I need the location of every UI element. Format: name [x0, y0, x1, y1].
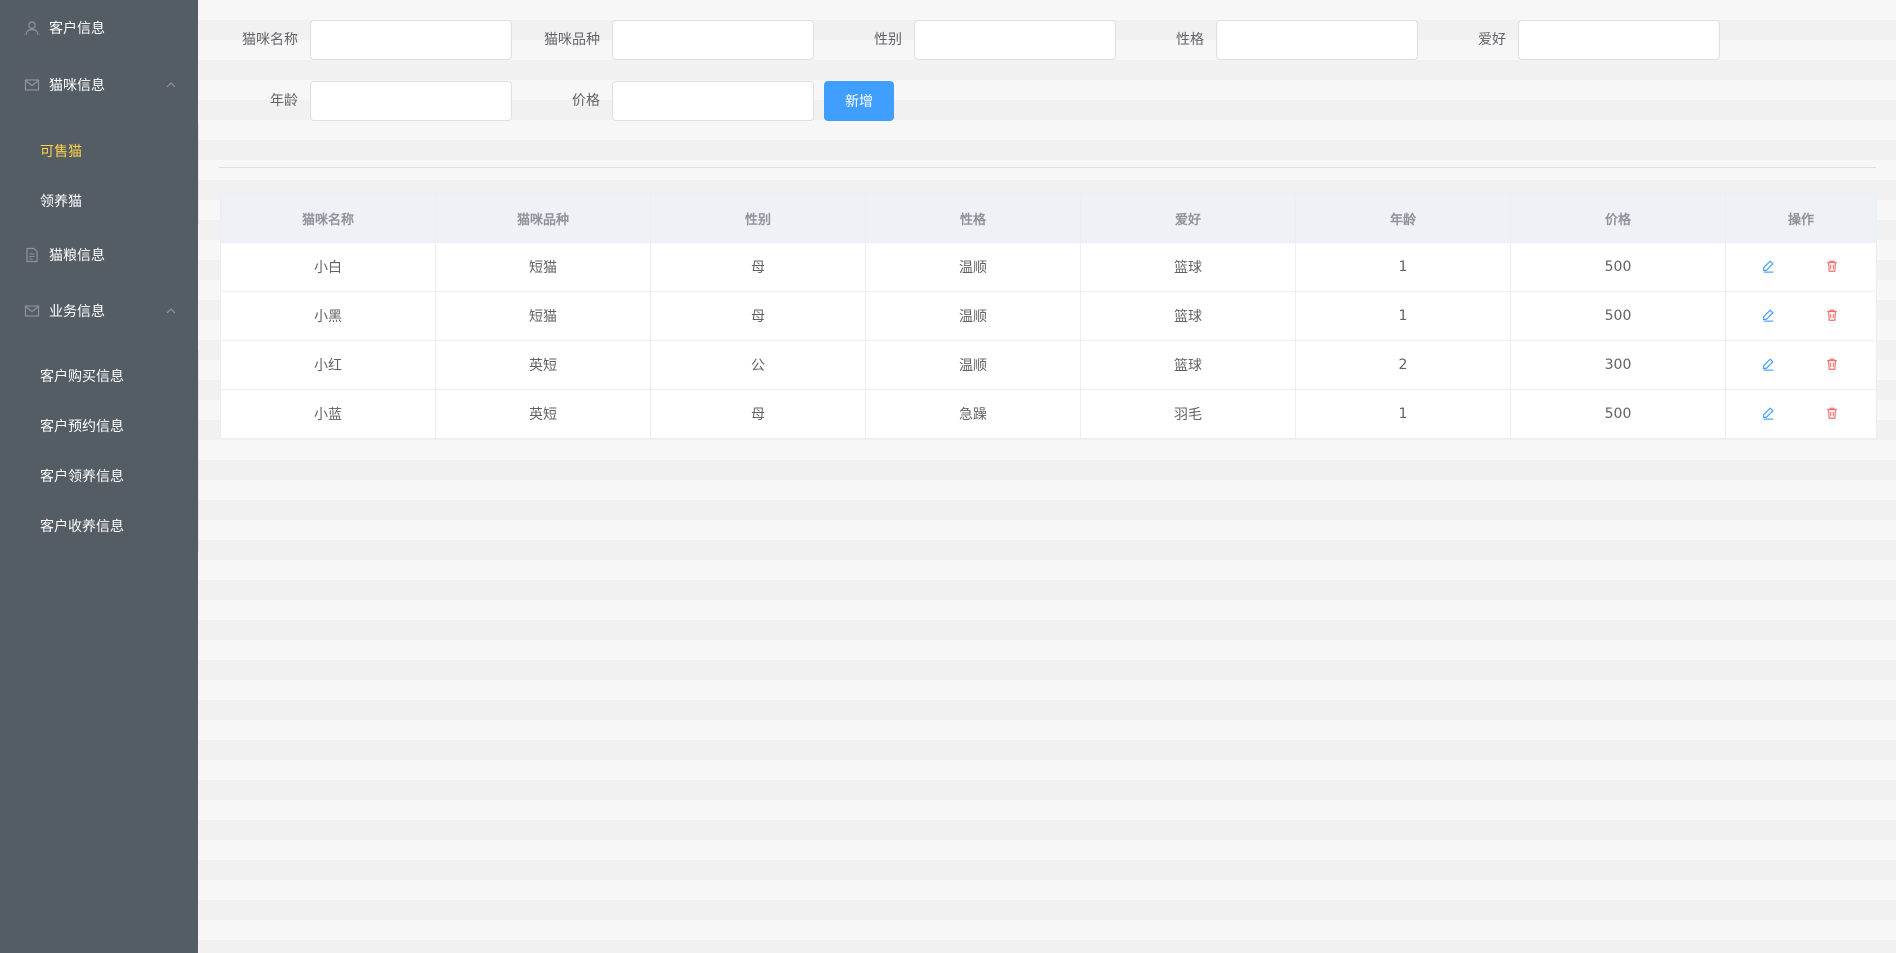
- column-header: 性别: [650, 193, 866, 243]
- sub-item-label: 客户收养信息: [40, 519, 124, 535]
- sub-item-label: 客户预约信息: [40, 419, 124, 435]
- age-input[interactable]: [310, 81, 512, 121]
- sub-item-label: 客户领养信息: [40, 469, 124, 485]
- mail-icon: [24, 305, 40, 317]
- table-row: 小蓝 英短母急躁 羽毛 1 500: [220, 389, 1877, 439]
- field-label: 年龄: [270, 93, 298, 109]
- table-cell: 小蓝: [220, 389, 436, 439]
- table-cell: 1: [1295, 291, 1511, 341]
- table-cell: 温顺: [865, 242, 1081, 292]
- sub-item-adoptable-cats[interactable]: 领养猫: [0, 176, 198, 226]
- table-cell: 500: [1510, 242, 1726, 292]
- sub-item-reservation-info[interactable]: 客户预约信息: [0, 401, 198, 451]
- field-label: 价格: [572, 93, 600, 109]
- table-cell: 温顺: [865, 340, 1081, 390]
- field-label: 猫咪名称: [242, 32, 298, 48]
- table-cell: 篮球: [1080, 340, 1296, 390]
- table-cell: 2: [1295, 340, 1511, 390]
- column-header: 操作: [1725, 193, 1877, 243]
- sidebar: 客户信息 猫咪信息 可售猫 领养猫 猫粮信息 业务信息 客户购买信息 客户预约信…: [0, 0, 201, 953]
- price-input[interactable]: [612, 81, 814, 121]
- cat-name-input[interactable]: [310, 20, 512, 60]
- table-cell: 1: [1295, 242, 1511, 292]
- column-header: 猫咪名称: [220, 193, 436, 243]
- menu-item-business-info[interactable]: 业务信息: [0, 283, 198, 339]
- menu-item-label: 业务信息: [49, 304, 105, 320]
- sub-item-fostering-info[interactable]: 客户收养信息: [0, 501, 198, 551]
- table-cell: 1: [1295, 389, 1511, 439]
- sub-item-label: 客户购买信息: [40, 369, 124, 385]
- table-cell: 英短: [435, 340, 651, 390]
- table-cell: 短猫: [435, 242, 651, 292]
- table-cell: 母: [650, 389, 866, 439]
- menu-item-cat-food-info[interactable]: 猫粮信息: [0, 227, 198, 283]
- actions-cell: [1725, 389, 1877, 439]
- actions-cell: [1725, 340, 1877, 390]
- table-header-row: 猫咪名称 猫咪品种 性别 性格 爱好 年龄 价格 操作: [220, 193, 1877, 243]
- delete-icon[interactable]: [1825, 259, 1841, 275]
- chevron-up-icon: [166, 308, 176, 314]
- edit-icon[interactable]: [1761, 357, 1777, 373]
- field-label: 爱好: [1478, 32, 1506, 48]
- divider: [219, 167, 1876, 168]
- sub-item-adoption-info[interactable]: 客户领养信息: [0, 451, 198, 501]
- temperament-input[interactable]: [1216, 20, 1418, 60]
- menu-item-label: 客户信息: [49, 21, 105, 37]
- edit-icon[interactable]: [1761, 308, 1777, 324]
- table-cell: 短猫: [435, 291, 651, 341]
- menu-item-customer-info[interactable]: 客户信息: [0, 0, 198, 56]
- sub-item-label: 领养猫: [40, 194, 82, 210]
- table-cell: 母: [650, 291, 866, 341]
- field-label: 猫咪品种: [544, 32, 600, 48]
- cat-breed-input[interactable]: [612, 20, 814, 60]
- table-row: 小白 短猫母温顺 篮球 1 500: [220, 242, 1877, 292]
- table-cell: 英短: [435, 389, 651, 439]
- mail-icon: [24, 79, 40, 91]
- chevron-up-icon: [166, 82, 176, 88]
- hobby-input[interactable]: [1518, 20, 1720, 60]
- field-label: 性别: [874, 32, 902, 48]
- table-cell: 小红: [220, 340, 436, 390]
- table-cell: 羽毛: [1080, 389, 1296, 439]
- menu-item-cat-info[interactable]: 猫咪信息: [0, 57, 198, 113]
- column-header: 年龄: [1295, 193, 1511, 243]
- table-row: 小黑 短猫母温顺 篮球 1 500: [220, 291, 1877, 341]
- table-cell: 篮球: [1080, 291, 1296, 341]
- edit-icon[interactable]: [1761, 259, 1777, 275]
- column-header: 爱好: [1080, 193, 1296, 243]
- delete-icon[interactable]: [1825, 308, 1841, 324]
- main-content: 猫咪名称 猫咪品种 性别 性格 爱好 年龄 价格 新增 猫咪名称 猫咪品种 性别…: [199, 0, 1896, 953]
- column-header: 价格: [1510, 193, 1726, 243]
- sub-item-purchase-info[interactable]: 客户购买信息: [0, 351, 198, 401]
- actions-cell: [1725, 242, 1877, 292]
- add-button[interactable]: 新增: [824, 81, 894, 121]
- actions-cell: [1725, 291, 1877, 341]
- menu-item-label: 猫粮信息: [49, 248, 105, 264]
- document-icon: [26, 247, 38, 263]
- field-label: 性格: [1176, 32, 1204, 48]
- table-cell: 母: [650, 242, 866, 292]
- column-header: 猫咪品种: [435, 193, 651, 243]
- user-icon: [25, 21, 39, 36]
- table-cell: 公: [650, 340, 866, 390]
- table-row: 小红 英短公温顺 篮球 2 300: [220, 340, 1877, 390]
- table-cell: 急躁: [865, 389, 1081, 439]
- table-cell: 500: [1510, 291, 1726, 341]
- gender-input[interactable]: [914, 20, 1116, 60]
- table-cell: 小白: [220, 242, 436, 292]
- table-cell: 篮球: [1080, 242, 1296, 292]
- sub-item-label: 可售猫: [40, 144, 82, 160]
- cat-table: 猫咪名称 猫咪品种 性别 性格 爱好 年龄 价格 操作 小白 短猫母温顺 篮球 1 50…: [220, 193, 1877, 439]
- delete-icon[interactable]: [1825, 357, 1841, 373]
- menu-item-label: 猫咪信息: [49, 78, 105, 94]
- column-header: 性格: [865, 193, 1081, 243]
- edit-icon[interactable]: [1761, 406, 1777, 422]
- sub-item-cats-for-sale[interactable]: 可售猫: [0, 126, 198, 176]
- table-cell: 小黑: [220, 291, 436, 341]
- delete-icon[interactable]: [1825, 406, 1841, 422]
- table-cell: 300: [1510, 340, 1726, 390]
- table-cell: 温顺: [865, 291, 1081, 341]
- table-cell: 500: [1510, 389, 1726, 439]
